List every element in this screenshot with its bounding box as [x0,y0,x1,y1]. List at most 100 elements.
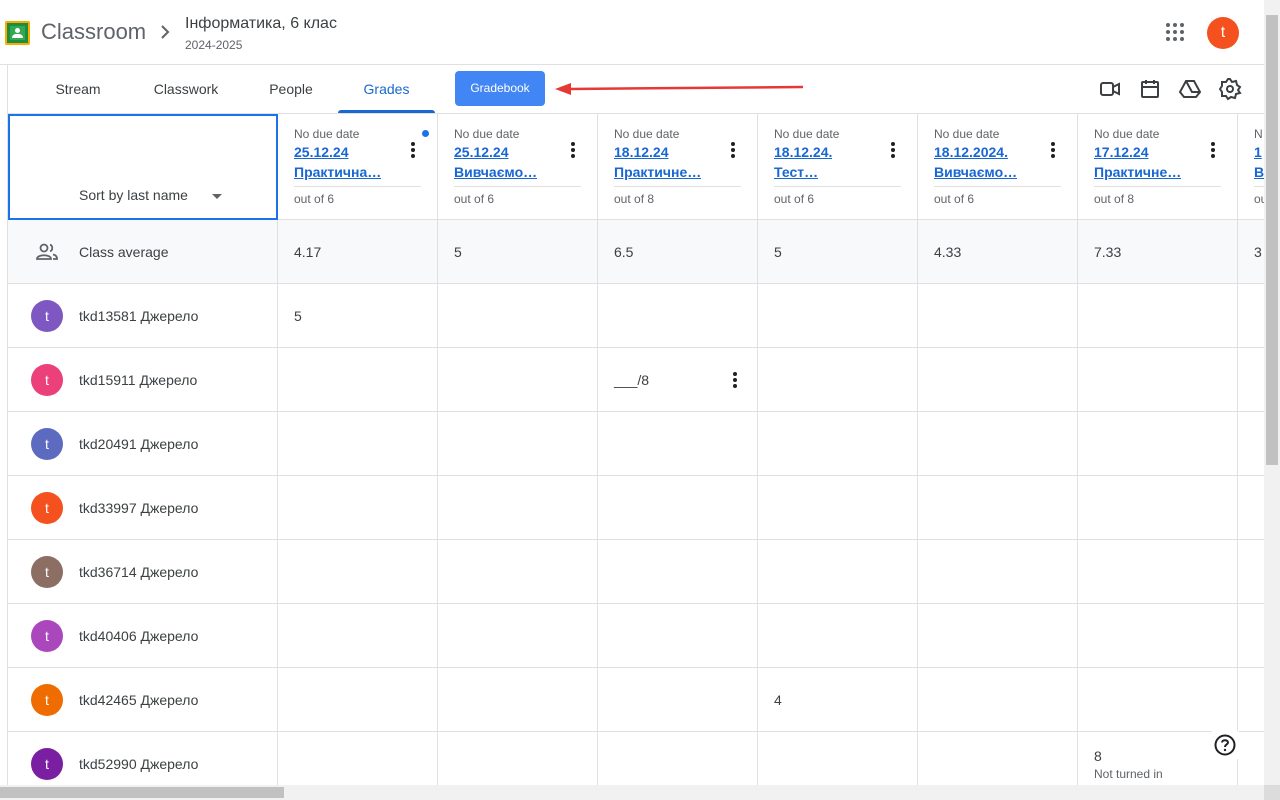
grade-cell[interactable] [758,284,918,347]
assignment-title-link[interactable]: Тест… [774,164,818,180]
video-icon[interactable] [1098,77,1122,101]
assignment-title-link[interactable]: 25.12.24 [294,144,349,160]
grade-cell[interactable] [438,540,598,603]
grade-cell[interactable] [918,668,1078,731]
assignment-title-link[interactable]: 18.12.2024. [934,144,1008,160]
grade-cell[interactable] [1238,348,1264,411]
grade-cell[interactable] [278,732,438,785]
assignment-title-link[interactable]: 1 [1254,144,1262,160]
student-name-cell[interactable]: t tkd40406 Джерело [8,604,278,667]
grade-cell[interactable] [918,412,1078,475]
calendar-icon[interactable] [1138,77,1162,101]
student-name-cell[interactable]: t tkd52990 Джерело [8,732,278,785]
more-vert-icon[interactable] [403,140,423,160]
assignment-title-link[interactable]: Вивчаємо… [454,164,537,180]
student-name-cell[interactable]: t tkd36714 Джерело [8,540,278,603]
assignment-title-link[interactable]: В [1254,164,1264,180]
grade-cell[interactable] [758,412,918,475]
grade-cell[interactable] [438,668,598,731]
vertical-scrollbar-thumb[interactable] [1266,15,1278,465]
grade-cell[interactable] [1078,668,1238,731]
tab-stream[interactable]: Stream [42,65,114,113]
grade-cell[interactable] [1238,540,1264,603]
grade-cell[interactable] [438,732,598,785]
grade-cell[interactable] [918,476,1078,539]
grade-cell[interactable] [758,476,918,539]
grade-cell[interactable] [918,732,1078,785]
settings-icon[interactable] [1218,77,1242,101]
class-title[interactable]: Інформатика, 6 клас [185,15,337,33]
app-brand[interactable]: Classroom [41,19,146,45]
grade-cell[interactable] [278,668,438,731]
grade-cell[interactable] [918,604,1078,667]
tab-classwork[interactable]: Classwork [138,65,234,113]
gradebook-button[interactable]: Gradebook [455,71,545,106]
assignment-title-link[interactable]: Практичне… [614,164,701,180]
grade-cell[interactable] [918,348,1078,411]
grade-cell[interactable] [438,476,598,539]
grade-cell[interactable] [1238,604,1264,667]
grade-cell[interactable] [278,604,438,667]
student-name-cell[interactable]: t tkd42465 Джерело [8,668,278,731]
grade-cell[interactable] [1078,412,1238,475]
assignment-title-link[interactable]: Вивчаємо… [934,164,1017,180]
grade-cell[interactable] [1078,476,1238,539]
grade-cell[interactable] [438,348,598,411]
grade-cell[interactable] [598,604,758,667]
student-name[interactable]: tkd20491 Джерело [79,436,198,452]
grade-cell[interactable] [758,540,918,603]
grade-cell[interactable] [278,476,438,539]
grade-cell[interactable] [598,540,758,603]
grade-cell[interactable] [438,412,598,475]
grade-cell[interactable] [1238,412,1264,475]
horizontal-scrollbar-thumb[interactable] [0,787,284,798]
more-vert-icon[interactable] [1203,140,1223,160]
more-vert-icon[interactable] [723,140,743,160]
student-name[interactable]: tkd52990 Джерело [79,756,198,772]
student-name-cell[interactable]: t tkd13581 Джерело [8,284,278,347]
grade-cell[interactable] [758,732,918,785]
grade-cell[interactable]: ___/8 [598,348,758,411]
grade-cell[interactable]: 5 [278,284,438,347]
help-button[interactable] [1206,726,1244,764]
grade-cell[interactable] [1078,284,1238,347]
drive-icon[interactable] [1178,77,1202,101]
student-name-cell[interactable]: t tkd33997 Джерело [8,476,278,539]
grade-cell[interactable] [918,540,1078,603]
student-name[interactable]: tkd42465 Джерело [79,692,198,708]
assignment-title-link[interactable]: Практичне… [1094,164,1181,180]
apps-grid-icon[interactable] [1163,20,1187,44]
grade-cell[interactable] [1078,540,1238,603]
grade-cell[interactable] [1078,604,1238,667]
grade-cell[interactable] [918,284,1078,347]
grade-cell[interactable] [1238,284,1264,347]
grade-cell[interactable] [598,732,758,785]
grade-cell[interactable] [758,348,918,411]
more-vert-icon[interactable] [1043,140,1063,160]
grade-cell[interactable] [1078,348,1238,411]
grade-cell[interactable] [598,668,758,731]
grade-cell[interactable]: 4 [758,668,918,731]
grade-cell[interactable] [758,604,918,667]
student-name-cell[interactable]: t tkd20491 Джерело [8,412,278,475]
grade-cell[interactable] [598,412,758,475]
tab-people[interactable]: People [258,65,324,113]
grade-cell[interactable] [438,604,598,667]
more-vert-icon[interactable] [725,370,745,390]
dropdown-caret-icon[interactable] [212,194,222,199]
student-name-cell[interactable]: t tkd15911 Джерело [8,348,278,411]
grade-cell[interactable] [598,284,758,347]
student-name[interactable]: tkd13581 Джерело [79,308,198,324]
sort-selector[interactable]: Sort by last name [8,114,278,220]
grade-cell[interactable] [278,540,438,603]
assignment-title-link[interactable]: 18.12.24 [614,144,669,160]
more-vert-icon[interactable] [883,140,903,160]
grade-cell[interactable] [1238,668,1264,731]
assignment-title-link[interactable]: 18.12.24. [774,144,832,160]
account-avatar[interactable]: t [1207,17,1239,49]
student-name[interactable]: tkd40406 Джерело [79,628,198,644]
classroom-logo-icon[interactable] [5,21,30,45]
student-name[interactable]: tkd15911 Джерело [79,372,197,388]
grade-cell[interactable] [278,348,438,411]
grade-cell[interactable] [278,412,438,475]
